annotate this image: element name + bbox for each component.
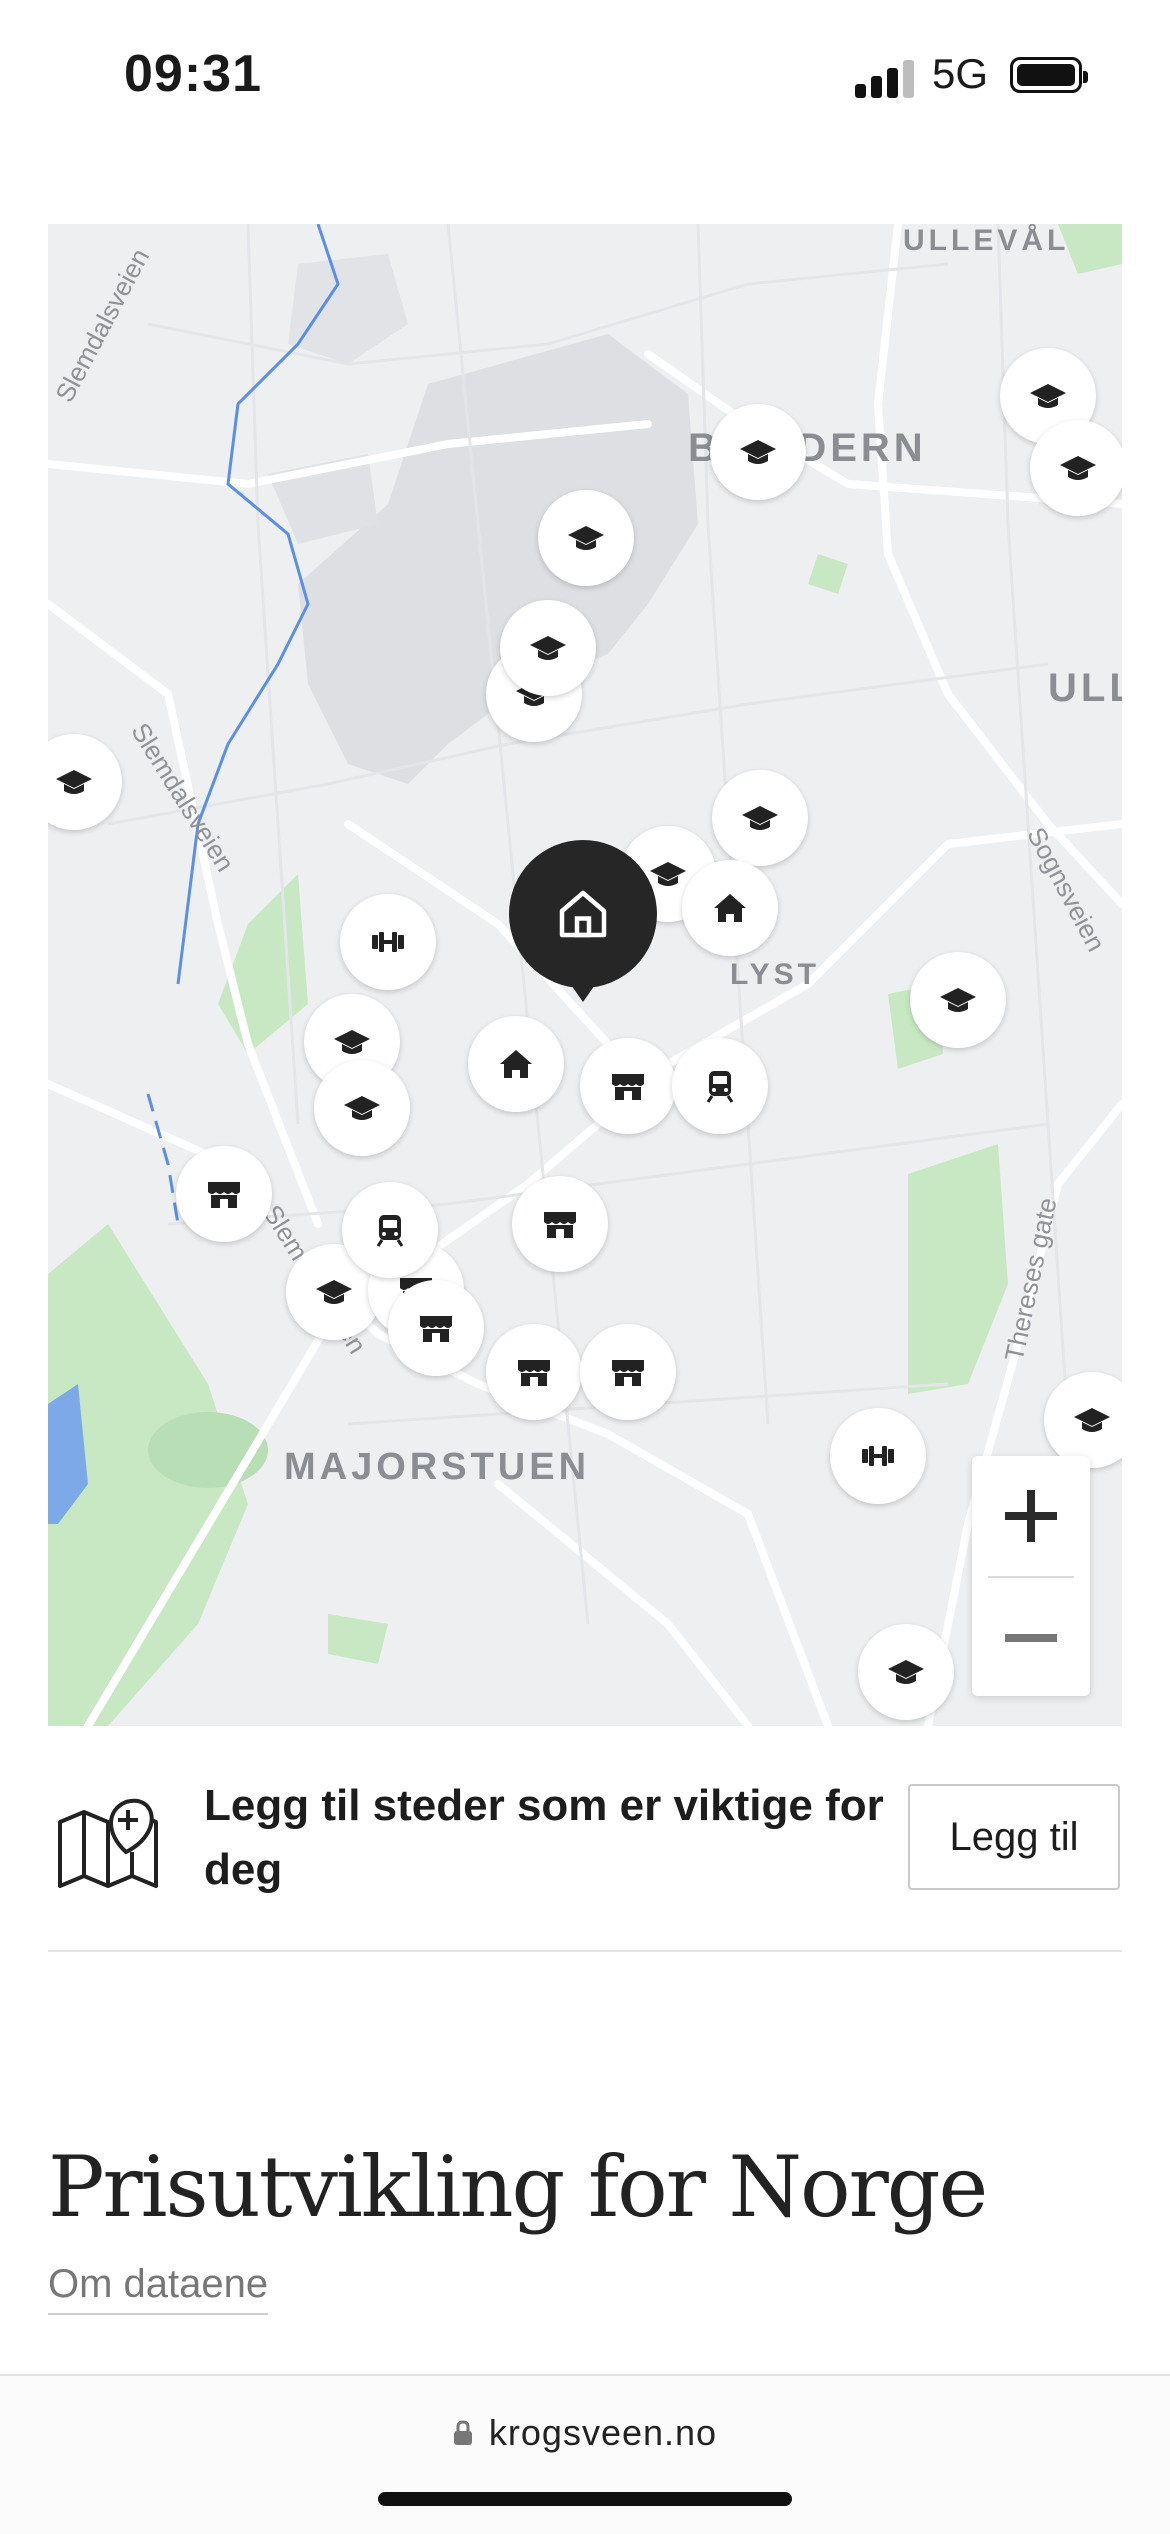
url-text: krogsveen.no xyxy=(488,2412,718,2453)
map-pin-plus-icon xyxy=(58,1798,158,1888)
area-label-ulleval: ULLEVÅL xyxy=(903,224,1070,257)
minus-icon xyxy=(1005,1634,1057,1642)
store-marker[interactable] xyxy=(580,1324,676,1420)
school-icon xyxy=(650,862,686,886)
store-marker[interactable] xyxy=(512,1176,608,1272)
store-icon xyxy=(612,1360,644,1386)
train-icon xyxy=(376,1215,404,1247)
dumbbell-icon xyxy=(862,1446,894,1466)
add-place-button[interactable]: Legg til xyxy=(908,1784,1120,1890)
school-icon xyxy=(742,806,778,830)
gym-marker[interactable] xyxy=(340,894,436,990)
school-icon xyxy=(1074,1408,1110,1432)
school-marker[interactable] xyxy=(538,490,634,586)
store-icon xyxy=(612,1074,644,1100)
store-icon xyxy=(420,1316,452,1342)
zoom-controls xyxy=(972,1456,1090,1696)
kindergarten-icon xyxy=(500,1050,532,1078)
area-label-lyst: LYST xyxy=(730,958,820,991)
browser-address-bar[interactable]: krogsveen.no xyxy=(0,2374,1170,2534)
store-marker[interactable] xyxy=(486,1324,582,1420)
kindergarten-marker[interactable] xyxy=(682,860,778,956)
school-icon xyxy=(740,440,776,464)
school-icon xyxy=(316,1280,352,1304)
add-places-text: Legg til steder som er viktige for deg xyxy=(204,1781,884,1894)
lock-icon xyxy=(453,2420,472,2445)
school-marker[interactable] xyxy=(500,600,596,696)
network-type: 5G xyxy=(932,50,989,97)
map-view[interactable]: ULLEVÅL BLINDERN ULL LYST MAJORSTUEN Sle… xyxy=(48,224,1122,1726)
home-indicator[interactable] xyxy=(378,2492,792,2506)
school-marker[interactable] xyxy=(712,770,808,866)
status-bar: 09:31 5G xyxy=(0,0,1170,150)
school-marker[interactable] xyxy=(1030,420,1122,516)
school-icon xyxy=(1030,384,1066,408)
school-marker[interactable] xyxy=(314,1060,410,1156)
train-icon xyxy=(706,1071,734,1103)
school-icon xyxy=(940,988,976,1012)
dumbbell-icon xyxy=(372,932,404,952)
school-icon xyxy=(568,526,604,550)
school-icon xyxy=(1060,456,1096,480)
battery-icon xyxy=(1010,57,1088,93)
school-marker[interactable] xyxy=(910,952,1006,1048)
kindergarten-icon xyxy=(714,894,746,922)
store-icon xyxy=(544,1212,576,1238)
store-icon xyxy=(518,1360,550,1386)
plus-icon xyxy=(1005,1490,1057,1542)
gym-marker[interactable] xyxy=(830,1408,926,1504)
home-location-pin[interactable] xyxy=(509,840,657,1002)
zoom-out-button[interactable] xyxy=(972,1578,1090,1698)
area-label-majorstuen: MAJORSTUEN xyxy=(284,1446,591,1488)
add-places-section: Legg til steder som er viktige for deg L… xyxy=(48,1760,1122,1952)
school-marker[interactable] xyxy=(710,404,806,500)
cellular-signal-icon xyxy=(855,58,915,98)
store-marker[interactable] xyxy=(388,1280,484,1376)
school-icon xyxy=(344,1096,380,1120)
store-icon xyxy=(208,1182,240,1208)
section-title: Prisutvikling for Norge xyxy=(48,2138,988,2236)
school-icon xyxy=(888,1660,924,1684)
kindergarten-marker[interactable] xyxy=(468,1016,564,1112)
store-marker[interactable] xyxy=(176,1146,272,1242)
about-data-link[interactable]: Om dataene xyxy=(48,2262,269,2315)
home-icon xyxy=(559,890,607,938)
school-icon xyxy=(530,636,566,660)
transit-marker[interactable] xyxy=(672,1038,768,1134)
area-label-ull: ULL xyxy=(1048,666,1122,710)
store-marker[interactable] xyxy=(580,1038,676,1134)
school-marker[interactable] xyxy=(858,1624,954,1720)
status-time: 09:31 xyxy=(124,45,262,103)
school-icon xyxy=(334,1030,370,1054)
transit-marker[interactable] xyxy=(342,1182,438,1278)
zoom-in-button[interactable] xyxy=(972,1456,1090,1576)
school-icon xyxy=(56,770,92,794)
